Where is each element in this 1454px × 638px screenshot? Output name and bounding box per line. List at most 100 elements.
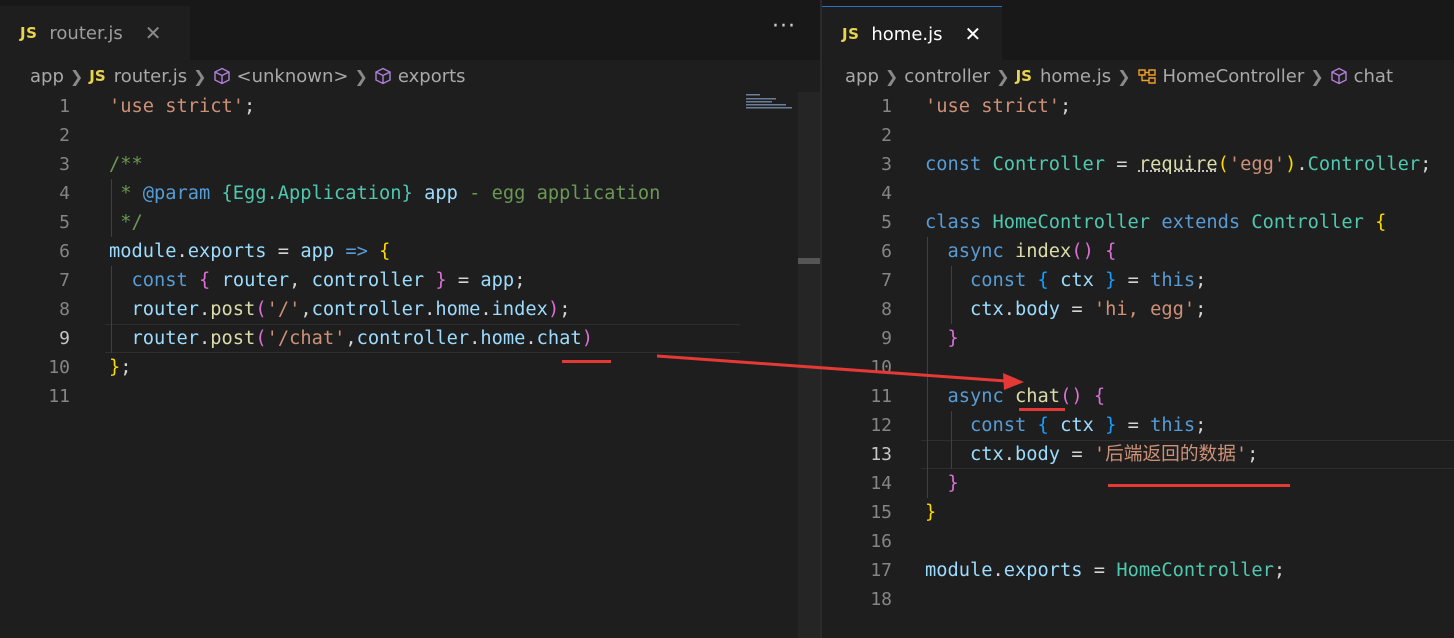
code-token: = xyxy=(1060,299,1094,320)
breadcrumb-item-chat[interactable]: chat xyxy=(1330,66,1393,87)
code-line[interactable]: 3 const Controller = require('egg').Contr… xyxy=(822,150,1454,179)
code-token: . xyxy=(424,299,436,320)
code-line[interactable]: 6 module.exports = app => { xyxy=(0,237,820,266)
code-text: /** xyxy=(109,150,143,179)
code-line[interactable]: 15} xyxy=(822,498,1454,527)
more-actions-icon[interactable]: ··· xyxy=(772,14,796,39)
code-token: = xyxy=(1082,560,1117,581)
code-line[interactable]: 8 router.post('/',controller.home.index)… xyxy=(0,295,820,324)
code-token: } xyxy=(1105,415,1117,436)
line-number: 2 xyxy=(59,125,70,146)
code-token: { xyxy=(1105,241,1117,262)
code-token: 'egg' xyxy=(1228,154,1286,175)
js-file-icon: JS xyxy=(1015,67,1032,85)
code-token: index xyxy=(1015,241,1072,262)
code-token: = xyxy=(266,241,301,262)
code-line[interactable]: 5 */ xyxy=(0,208,820,237)
line-number: 2 xyxy=(881,125,892,146)
code-line[interactable]: 5 class HomeController extends Controller… xyxy=(822,208,1454,237)
scrollbar-thumb[interactable] xyxy=(798,258,820,264)
breadcrumb-item-unknown[interactable]: <unknown> xyxy=(213,66,348,87)
code-token: module xyxy=(109,241,177,262)
line-number: 16 xyxy=(870,531,892,552)
code-line[interactable]: 17 module.exports = HomeController; xyxy=(822,556,1454,585)
code-token: { xyxy=(1375,212,1387,233)
code-line[interactable]: 2 xyxy=(0,121,820,150)
symbol-cube-icon xyxy=(374,67,392,85)
code-line[interactable]: 6 async index() { xyxy=(822,237,1454,266)
code-text: async index() { xyxy=(925,237,1117,266)
breadcrumb-item-file[interactable]: JS router.js xyxy=(89,66,187,87)
breadcrumb-item-file[interactable]: JS home.js xyxy=(1016,66,1112,87)
minimap[interactable] xyxy=(744,92,796,112)
code-token: Controller xyxy=(1307,154,1421,175)
breadcrumb-class-label: HomeController xyxy=(1162,65,1305,87)
code-line[interactable]: 4 * @param {Egg.Application} app - egg a… xyxy=(0,179,820,208)
code-line[interactable]: 7 const { ctx } = this; xyxy=(822,266,1454,295)
code-token: '/chat' xyxy=(266,328,346,349)
code-line[interactable]: 4 xyxy=(822,179,1454,208)
code-line[interactable]: 3 /** xyxy=(0,150,820,179)
code-line[interactable]: 13 ctx.body = '后端返回的数据'; xyxy=(822,440,1454,469)
code-line[interactable]: 9 } xyxy=(822,324,1454,353)
code-token: @param xyxy=(142,183,211,204)
breadcrumb-item-controller[interactable]: controller xyxy=(904,66,990,87)
close-icon[interactable]: ✕ xyxy=(145,21,162,45)
breadcrumb-item-class[interactable]: HomeController xyxy=(1137,65,1305,87)
code-token: app xyxy=(480,270,515,291)
vertical-scrollbar[interactable] xyxy=(798,92,820,638)
code-token: const xyxy=(131,270,188,291)
code-token: ; xyxy=(1195,415,1207,436)
code-line[interactable]: 1 'use strict'; xyxy=(0,92,820,121)
code-token: . xyxy=(199,328,211,349)
code-line[interactable]: 7 const { router, controller } = app; xyxy=(0,266,820,295)
tab-home-js[interactable]: JS home.js ✕ xyxy=(822,6,1002,61)
line-number: 10 xyxy=(48,357,70,378)
code-token: '后端返回的数据' xyxy=(1093,444,1248,465)
code-token: this xyxy=(1150,415,1196,436)
code-line[interactable]: 11 xyxy=(0,382,820,411)
chevron-right-icon: ❯ xyxy=(1310,66,1324,86)
code-token: router xyxy=(131,328,200,349)
code-line[interactable]: 1 'use strict'; xyxy=(822,92,1454,121)
code-token: app xyxy=(300,241,335,262)
code-token: . xyxy=(992,560,1004,581)
code-token: ) xyxy=(581,328,593,349)
code-text: const Controller = require('egg').Contro… xyxy=(925,150,1431,179)
breadcrumb-item-app[interactable]: app xyxy=(845,66,879,87)
tab-router-js[interactable]: JS router.js ✕ xyxy=(0,6,190,60)
code-line[interactable]: 10}; xyxy=(0,353,820,382)
annotation-underline-method-chat xyxy=(1019,408,1065,411)
code-line[interactable]: 18 xyxy=(822,585,1454,614)
breadcrumb-item-app[interactable]: app xyxy=(30,66,64,87)
code-token: async xyxy=(947,386,1004,407)
code-line[interactable]: 8 ctx.body = 'hi, egg'; xyxy=(822,295,1454,324)
line-number: 1 xyxy=(881,96,892,117)
code-line[interactable]: 16 xyxy=(822,527,1454,556)
close-icon[interactable]: ✕ xyxy=(965,22,982,46)
code-token: } xyxy=(947,473,959,494)
code-line[interactable]: 12 const { ctx } = this; xyxy=(822,411,1454,440)
code-token: . xyxy=(480,299,492,320)
code-token: } xyxy=(109,357,121,378)
code-token: ctx xyxy=(970,444,1004,465)
code-token: . xyxy=(199,299,211,320)
code-token: exports xyxy=(187,241,267,262)
code-token: ; xyxy=(1273,560,1286,581)
code-line[interactable]: 9 router.post('/chat',controller.home.ch… xyxy=(0,324,820,353)
code-text: } xyxy=(925,324,959,353)
code-token: exports xyxy=(1003,560,1083,581)
code-token: { xyxy=(1037,415,1049,436)
code-line[interactable]: 10 xyxy=(822,353,1454,382)
code-line[interactable]: 11 async chat() { xyxy=(822,382,1454,411)
breadcrumb-item-exports[interactable]: exports xyxy=(374,66,466,87)
code-line[interactable]: 2 xyxy=(822,121,1454,150)
